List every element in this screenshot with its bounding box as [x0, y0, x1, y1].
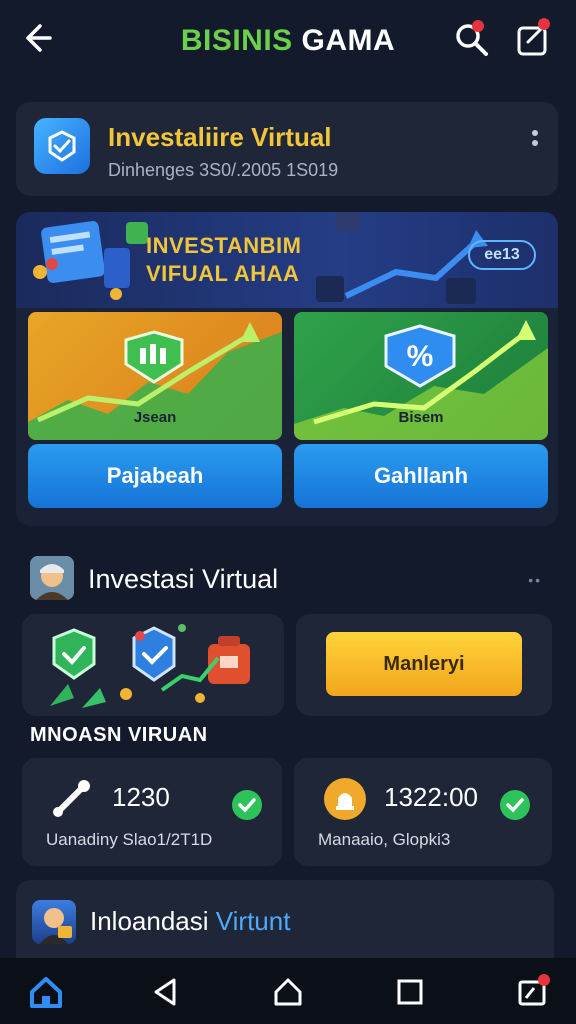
nav-home[interactable] — [26, 972, 66, 1012]
app-logo-icon — [34, 118, 90, 174]
bottom-title-part1: Inloandasi — [90, 906, 209, 936]
header-title: Investaliire Virtual — [108, 122, 332, 152]
section-caption: MNOASN VIRUAN — [30, 724, 208, 746]
home-icon — [30, 977, 62, 1008]
header-subtitle: Dinhenges 3S0/.2005 1S019 — [108, 160, 339, 180]
promo-card: INVESTANBIM VIFUAL AHAA ee13 Jsean % Bis… — [16, 212, 558, 526]
search-button[interactable] — [452, 20, 490, 58]
app-title-part1: BISINIS — [180, 24, 293, 57]
tile-label-1: Jsean — [133, 409, 177, 426]
square-icon — [397, 979, 423, 1005]
banner-title-line1: INVESTANBIM — [146, 233, 302, 258]
share-button[interactable] — [514, 18, 554, 58]
promo-banner[interactable]: INVESTANBIM VIFUAL AHAA ee13 — [16, 212, 558, 308]
primary-button-2[interactable]: Gahllanh — [294, 444, 548, 508]
stat-value-2: 1322:00 — [384, 782, 478, 812]
cta-button[interactable]: Manleryi — [326, 632, 522, 696]
investment-illustration-icon — [50, 624, 250, 708]
house-icon — [274, 978, 302, 1006]
stat-card-2[interactable]: 1322:00 Manaaio, Glopki3 — [294, 758, 552, 866]
cta-card: Manleryi — [296, 614, 552, 716]
stat-caption-2: Manaaio, Glopki3 — [318, 830, 451, 849]
check-icon — [500, 790, 530, 820]
stat-caption-1: Uanadiny Slao1/2T1D — [46, 830, 213, 849]
stat-value-1: 1230 — [112, 782, 170, 812]
banner-badge[interactable]: ee13 — [468, 240, 536, 270]
tool-icon — [53, 780, 90, 817]
tile-label-2: Bisem — [398, 409, 444, 426]
bottom-title-part2: Virtunt — [215, 906, 291, 936]
nav-notifications[interactable] — [512, 972, 552, 1012]
search-icon — [456, 24, 488, 56]
section-more-icon[interactable]: •• — [528, 572, 542, 588]
bottom-card[interactable]: Inloandasi Virtunt — [16, 880, 554, 970]
stat-card-1[interactable]: 1230 Uanadiny Slao1/2T1D — [22, 758, 282, 866]
back-triangle-icon — [154, 978, 176, 1006]
check-icon — [232, 790, 262, 820]
tile-orange[interactable]: Jsean — [28, 312, 282, 440]
primary-button-1[interactable]: Pajabeah — [28, 444, 282, 508]
more-options-icon[interactable] — [528, 126, 542, 166]
notification-dot — [538, 18, 550, 30]
avatar — [32, 900, 76, 944]
bottom-navigation-bar — [0, 958, 576, 1024]
svg-text:%: % — [407, 340, 434, 373]
banner-title: INVESTANBIM VIFUAL AHAA — [146, 232, 301, 288]
illustration-card — [22, 614, 284, 716]
section-header: Investasi Virtual •• — [30, 556, 550, 600]
header-card[interactable]: Investaliire Virtual Dinhenges 3S0/.2005… — [16, 102, 558, 196]
top-bar: BISINIS GAMA — [0, 0, 576, 80]
bell-icon — [324, 778, 366, 820]
tile-green[interactable]: % Bisem — [294, 312, 548, 440]
banner-title-line2: VIFUAL AHAA — [146, 261, 300, 286]
nav-home-system[interactable] — [268, 972, 308, 1012]
avatar[interactable] — [30, 556, 74, 600]
nav-recents[interactable] — [390, 972, 430, 1012]
notification-dot — [538, 974, 550, 986]
notification-dot — [472, 20, 484, 32]
section-title: Investasi Virtual — [88, 564, 279, 594]
app-title-part2: GAMA — [301, 24, 396, 57]
nav-back[interactable] — [146, 972, 186, 1012]
bottom-card-title: Inloandasi Virtunt — [90, 906, 290, 937]
